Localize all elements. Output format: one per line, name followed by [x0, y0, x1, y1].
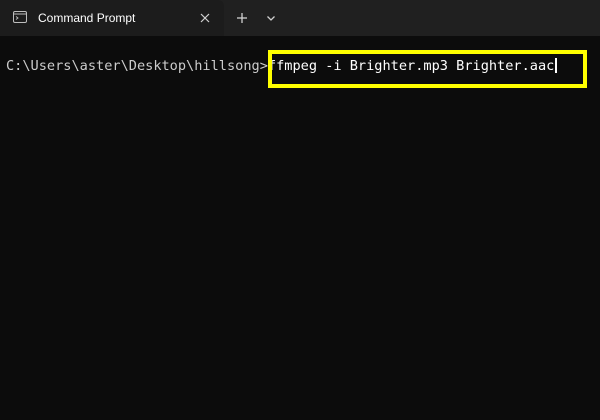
close-icon[interactable] [196, 9, 214, 27]
terminal-area[interactable]: C:\Users\aster\Desktop\hillsong>ffmpeg -… [0, 36, 600, 420]
title-bar: Command Prompt [0, 0, 600, 36]
text-cursor [555, 58, 557, 73]
command-text: ffmpeg -i Brighter.mp3 Brighter.aac [267, 58, 555, 74]
prompt-path: C:\Users\aster\Desktop\hillsong> [6, 58, 268, 74]
terminal-icon [13, 11, 27, 23]
command-prompt-window: Command Prompt C:\Users\aster\Desktop\hi… [0, 0, 600, 420]
tab-title: Command Prompt [38, 11, 136, 25]
prompt-line: C:\Users\aster\Desktop\hillsong>ffmpeg -… [6, 57, 557, 75]
chevron-down-icon[interactable] [262, 9, 280, 27]
plus-icon[interactable] [233, 9, 251, 27]
tab-command-prompt[interactable]: Command Prompt [0, 0, 224, 36]
